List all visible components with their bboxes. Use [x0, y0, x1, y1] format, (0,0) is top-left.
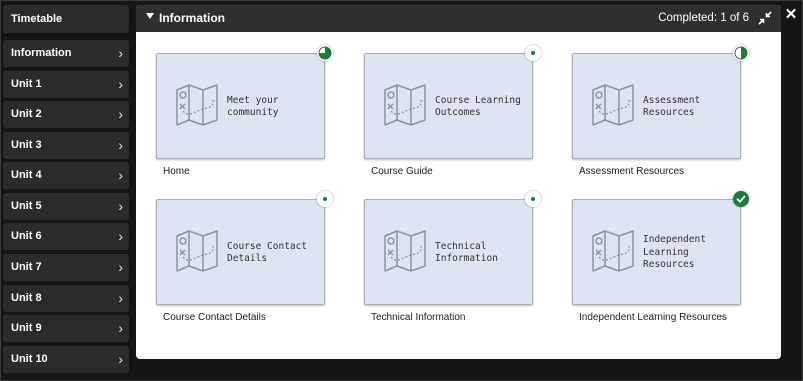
- module-card-course-contact-details[interactable]: Course Contact Details Course Contact De…: [156, 191, 341, 327]
- sidebar-item-label: Timetable: [11, 13, 63, 25]
- sidebar-item-label: Unit 8: [11, 292, 42, 304]
- card-tile: Technical Information: [364, 199, 533, 305]
- module-card-technical-information[interactable]: Technical Information Technical Informat…: [364, 191, 549, 327]
- progress-pie-icon: [733, 45, 749, 61]
- sidebar-item-label: Unit 4: [11, 169, 42, 181]
- progress-dot-icon: [525, 191, 541, 207]
- progress-dot-icon: [525, 45, 541, 61]
- card-caption[interactable]: Course Contact Details: [163, 312, 266, 323]
- treasure-map-icon: [384, 230, 426, 272]
- panel-title: Information: [159, 11, 225, 25]
- card-caption[interactable]: Assessment Resources: [579, 166, 684, 177]
- card-title: Technical Information: [435, 240, 498, 265]
- chevron-right-icon: ›: [118, 45, 123, 61]
- sidebar-item-label: Unit 2: [11, 108, 42, 120]
- module-card-course-guide[interactable]: Course Learning Outcomes Course Guide: [364, 45, 549, 181]
- sidebar-item-label: Unit 7: [11, 261, 42, 273]
- card-tile: Meet your community: [156, 53, 325, 159]
- check-circle-icon: [733, 191, 749, 207]
- card-caption[interactable]: Course Guide: [371, 166, 433, 177]
- app-frame: Timetable Information › Unit 1 › Unit 2 …: [0, 0, 803, 381]
- card-caption[interactable]: Independent Learning Resources: [579, 312, 727, 323]
- card-title: Assessment Resources: [643, 94, 701, 119]
- sidebar-item-label: Unit 5: [11, 200, 42, 212]
- treasure-map-icon: [176, 230, 218, 272]
- chevron-right-icon: ›: [118, 228, 123, 244]
- sidebar-item-label: Unit 1: [11, 78, 42, 90]
- sidebar-item-label: Unit 9: [11, 322, 42, 334]
- sidebar-item-label: Information: [11, 47, 72, 59]
- sidebar-item-unit-6[interactable]: Unit 6 ›: [3, 223, 129, 250]
- sidebar-item-information[interactable]: Information ›: [3, 40, 129, 67]
- completion-status: Completed: 1 of 6: [658, 12, 749, 24]
- sidebar-item-unit-3[interactable]: Unit 3 ›: [3, 132, 129, 159]
- module-card-home[interactable]: Meet your community Home: [156, 45, 341, 181]
- sidebar-item-unit-1[interactable]: Unit 1 ›: [3, 71, 129, 98]
- sidebar-item-unit-7[interactable]: Unit 7 ›: [3, 254, 129, 281]
- sidebar-item-timetable[interactable]: Timetable: [3, 5, 129, 33]
- card-tile: Course Contact Details: [156, 199, 325, 305]
- sidebar-item-unit-10[interactable]: Unit 10 ›: [3, 346, 129, 373]
- card-title: Meet your community: [227, 94, 279, 119]
- panel-header[interactable]: Information Completed: 1 of 6: [136, 5, 781, 32]
- caret-down-icon[interactable]: [146, 13, 154, 19]
- sidebar-item-unit-2[interactable]: Unit 2 ›: [3, 101, 129, 128]
- treasure-map-icon: [176, 84, 218, 126]
- chevron-right-icon: ›: [118, 320, 123, 336]
- treasure-map-icon: [592, 84, 634, 126]
- sidebar-item-unit-5[interactable]: Unit 5 ›: [3, 193, 129, 220]
- chevron-right-icon: ›: [118, 106, 123, 122]
- module-card-assessment-resources[interactable]: Assessment Resources Assessment Resource…: [572, 45, 757, 181]
- progress-dot-icon: [317, 191, 333, 207]
- module-card-independent-learning-resources[interactable]: Independent Learning Resources Independe…: [572, 191, 757, 327]
- information-panel: Information Completed: 1 of 6 Meet your …: [136, 5, 781, 359]
- treasure-map-icon: [592, 230, 634, 272]
- chevron-right-icon: ›: [118, 198, 123, 214]
- treasure-map-icon: [384, 84, 426, 126]
- sidebar-item-label: Unit 3: [11, 139, 42, 151]
- card-caption[interactable]: Home: [163, 166, 190, 177]
- chevron-right-icon: ›: [118, 290, 123, 306]
- sidebar-item-unit-9[interactable]: Unit 9 ›: [3, 315, 129, 342]
- sidebar-item-unit-4[interactable]: Unit 4 ›: [3, 162, 129, 189]
- progress-pie-icon: [317, 45, 333, 61]
- chevron-right-icon: ›: [118, 137, 123, 153]
- card-title: Independent Learning Resources: [643, 234, 706, 271]
- sidebar-item-unit-8[interactable]: Unit 8 ›: [3, 285, 129, 312]
- chevron-right-icon: ›: [118, 351, 123, 367]
- card-title: Course Learning Outcomes: [435, 94, 521, 119]
- chevron-right-icon: ›: [118, 259, 123, 275]
- sidebar-item-label: Unit 10: [11, 353, 48, 365]
- card-tile: Independent Learning Resources: [572, 199, 741, 305]
- card-title: Course Contact Details: [227, 240, 308, 265]
- chevron-right-icon: ›: [118, 167, 123, 183]
- sidebar-item-label: Unit 6: [11, 230, 42, 242]
- card-tile: Course Learning Outcomes: [364, 53, 533, 159]
- close-icon[interactable]: ✕: [784, 7, 798, 22]
- chevron-right-icon: ›: [118, 76, 123, 92]
- card-caption[interactable]: Technical Information: [371, 312, 466, 323]
- collapse-arrows-icon[interactable]: [758, 11, 772, 25]
- card-tile: Assessment Resources: [572, 53, 741, 159]
